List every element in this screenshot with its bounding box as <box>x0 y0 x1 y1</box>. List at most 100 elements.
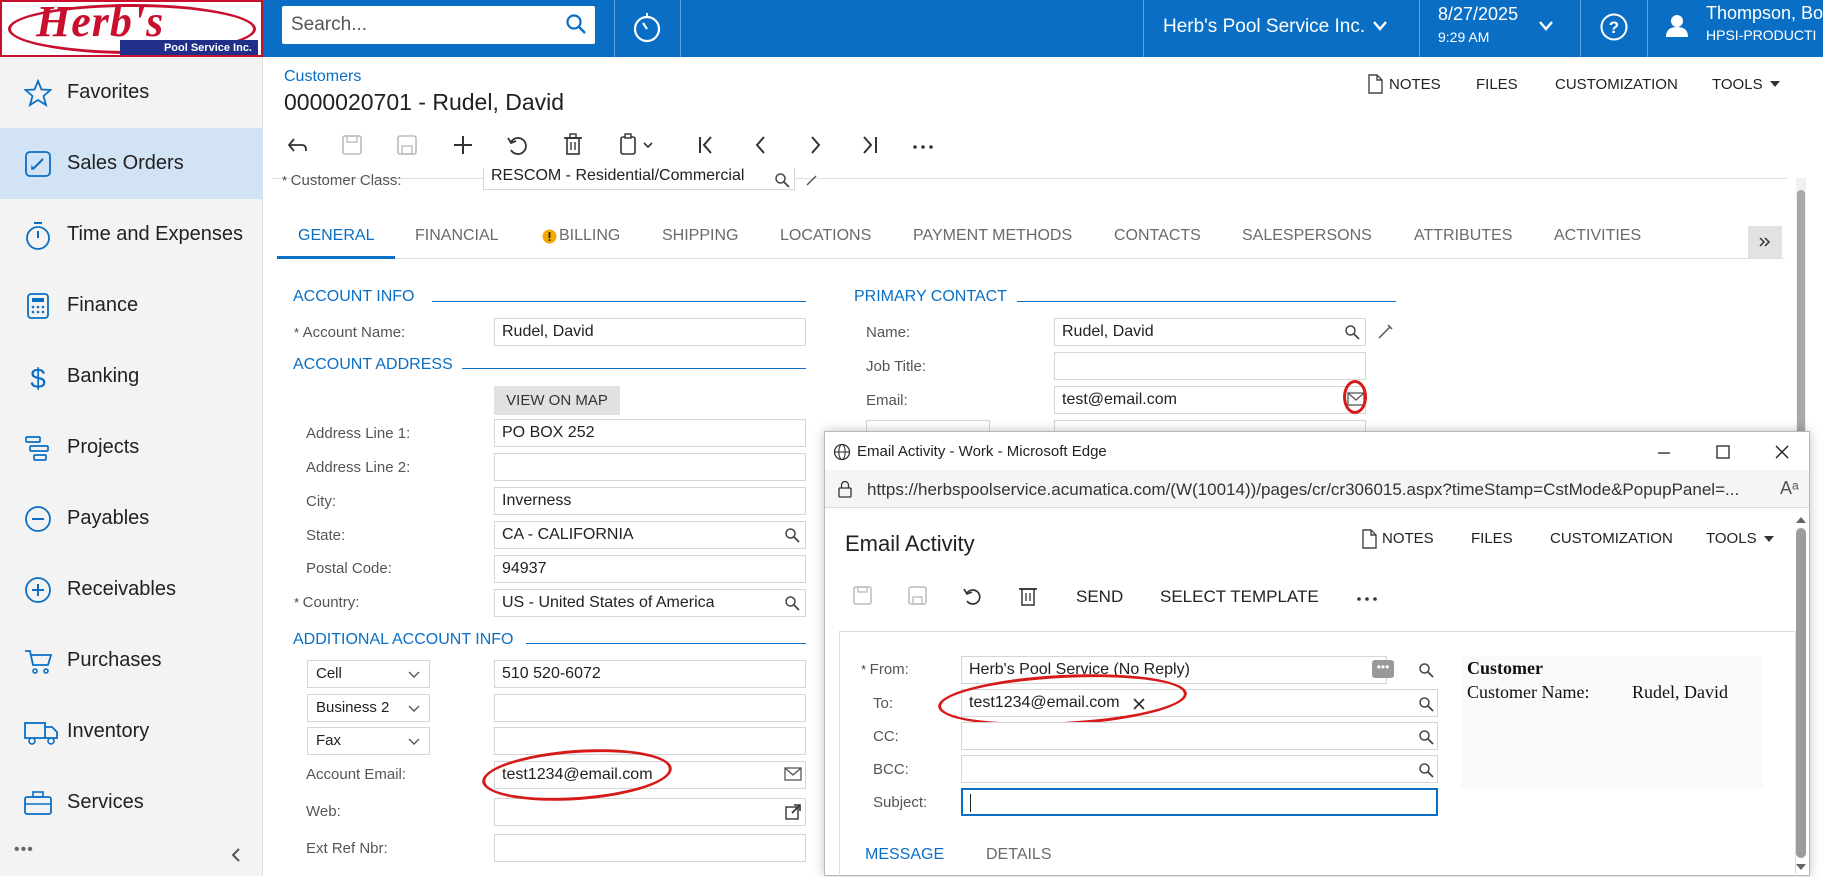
tab-message[interactable]: MESSAGE <box>865 846 944 864</box>
edit-icon[interactable] <box>1376 323 1394 341</box>
caret-down-icon[interactable] <box>1770 80 1780 88</box>
search-icon[interactable] <box>784 527 800 543</box>
postal-code-field[interactable]: 94937 <box>494 555 806 583</box>
send-button[interactable]: SEND <box>1076 587 1123 607</box>
minimize-icon[interactable] <box>1657 446 1671 460</box>
user-avatar-icon[interactable] <box>1664 13 1690 39</box>
popup-customization-button[interactable]: CUSTOMIZATION <box>1550 530 1673 547</box>
company-selector[interactable]: Herb's Pool Service Inc. <box>1163 16 1365 38</box>
search-icon[interactable] <box>1418 662 1434 678</box>
tab-contacts[interactable]: CONTACTS <box>1114 227 1201 245</box>
sidebar-item-banking[interactable]: $ Banking <box>0 341 263 412</box>
phone1-field[interactable]: 510 520-6072 <box>494 660 806 688</box>
phone2-field[interactable] <box>494 694 806 722</box>
city-field[interactable]: Inverness <box>494 487 806 515</box>
cc-field[interactable] <box>961 722 1438 750</box>
maximize-icon[interactable] <box>1715 444 1731 460</box>
add-icon[interactable] <box>452 134 474 156</box>
search-icon[interactable] <box>1418 762 1434 778</box>
sidebar-item-payables[interactable]: Payables <box>0 483 263 554</box>
scroll-down-icon[interactable] <box>1795 862 1807 872</box>
sidebar-item-inventory[interactable]: Inventory <box>0 696 263 767</box>
sidebar-item-receivables[interactable]: Receivables <box>0 554 263 625</box>
contact-email-field[interactable]: test@email.com <box>1054 386 1366 414</box>
select-template-button[interactable]: SELECT TEMPLATE <box>1160 587 1319 607</box>
copy-paste-icon[interactable] <box>618 133 654 157</box>
search-input[interactable]: Search... <box>282 6 595 44</box>
subject-field[interactable] <box>961 788 1438 816</box>
lock-icon[interactable] <box>837 480 853 498</box>
first-record-icon[interactable] <box>696 134 718 156</box>
address-line2-field[interactable] <box>494 453 806 481</box>
address-line1-field[interactable]: PO BOX 252 <box>494 419 806 447</box>
tools-button[interactable]: TOOLS <box>1712 76 1763 93</box>
search-icon[interactable] <box>1418 729 1434 745</box>
help-icon[interactable]: ? <box>1599 12 1629 42</box>
sidebar-item-time-and-expenses[interactable]: Time and Expenses <box>0 199 263 270</box>
previous-record-icon[interactable] <box>750 134 772 156</box>
tab-activities[interactable]: ACTIVITIES <box>1554 227 1641 245</box>
search-icon[interactable] <box>784 595 800 611</box>
last-record-icon[interactable] <box>858 134 880 156</box>
user-name[interactable]: Thompson, Bo <box>1706 3 1823 24</box>
customer-class-field[interactable]: RESCOM - Residential/Commercial <box>483 168 795 190</box>
contact-name-field[interactable]: Rudel, David <box>1054 318 1366 346</box>
back-icon[interactable] <box>286 134 308 156</box>
close-icon[interactable] <box>1774 444 1790 460</box>
popup-notes-button[interactable]: NOTES <box>1382 530 1434 547</box>
notes-icon[interactable] <box>1361 529 1377 549</box>
tab-general[interactable]: GENERAL <box>298 227 374 245</box>
view-on-map-button[interactable]: VIEW ON MAP <box>494 386 620 415</box>
sidebar-item-sales-orders[interactable]: Sales Orders <box>0 128 263 199</box>
account-name-field[interactable]: Rudel, David <box>494 318 806 346</box>
popup-files-button[interactable]: FILES <box>1471 530 1513 547</box>
fax-field[interactable] <box>494 727 806 755</box>
delete-icon[interactable] <box>1018 585 1038 607</box>
edit-icon[interactable] <box>804 172 820 188</box>
popup-tools-button[interactable]: TOOLS <box>1706 530 1757 547</box>
sidebar-item-finance[interactable]: Finance <box>0 270 263 341</box>
country-field[interactable]: US - United States of America <box>494 589 806 617</box>
url-text[interactable]: https://herbspoolservice.acumatica.com/(… <box>867 480 1772 500</box>
tab-shipping[interactable]: SHIPPING <box>662 227 738 245</box>
search-icon[interactable] <box>1344 324 1360 340</box>
recent-history-icon[interactable] <box>630 12 664 46</box>
files-button[interactable]: FILES <box>1476 76 1518 93</box>
tab-payment-methods[interactable]: PAYMENT METHODS <box>913 227 1072 245</box>
sidebar-item-services[interactable]: Services <box>0 767 263 838</box>
external-link-icon[interactable] <box>785 804 801 820</box>
caret-down-icon[interactable] <box>1764 535 1774 543</box>
sidebar-item-favorites[interactable]: Favorites <box>0 57 263 128</box>
bcc-field[interactable] <box>961 755 1438 783</box>
state-field[interactable]: CA - CALIFORNIA <box>494 521 806 549</box>
tab-financial[interactable]: FINANCIAL <box>415 227 499 245</box>
tab-salespersons[interactable]: SALESPERSONS <box>1242 227 1372 245</box>
notes-icon[interactable] <box>1367 74 1383 94</box>
web-field[interactable] <box>494 798 806 826</box>
customization-button[interactable]: CUSTOMIZATION <box>1555 76 1678 93</box>
undo-icon[interactable] <box>963 586 983 606</box>
ext-ref-field[interactable] <box>494 834 806 862</box>
notes-button[interactable]: NOTES <box>1389 76 1441 93</box>
next-record-icon[interactable] <box>804 134 826 156</box>
read-aloud-icon[interactable]: Aᵃ <box>1780 478 1799 499</box>
tab-locations[interactable]: LOCATIONS <box>780 227 871 245</box>
company-logo[interactable]: Herb's Pool Service Inc. <box>0 0 263 57</box>
sidebar-item-projects[interactable]: Projects <box>0 412 263 483</box>
popup-scrollbar-thumb[interactable] <box>1796 528 1806 858</box>
envelope-icon[interactable] <box>784 767 802 781</box>
tab-billing[interactable]: BILLING <box>559 227 620 245</box>
tabs-overflow-button[interactable] <box>1748 226 1782 258</box>
delete-icon[interactable] <box>562 133 584 157</box>
tab-details[interactable]: DETAILS <box>986 846 1052 864</box>
breadcrumb[interactable]: Customers <box>284 68 361 86</box>
sidebar-item-purchases[interactable]: Purchases <box>0 625 263 696</box>
search-icon[interactable] <box>774 172 790 188</box>
more-actions-icon[interactable] <box>911 134 937 156</box>
search-icon[interactable] <box>565 13 587 35</box>
search-icon[interactable] <box>1418 696 1434 712</box>
from-options-button[interactable]: ••• <box>1372 660 1394 678</box>
chevron-down-icon[interactable] <box>1538 20 1554 32</box>
sidebar-more-button[interactable]: ••• <box>14 841 34 859</box>
tab-attributes[interactable]: ATTRIBUTES <box>1414 227 1512 245</box>
